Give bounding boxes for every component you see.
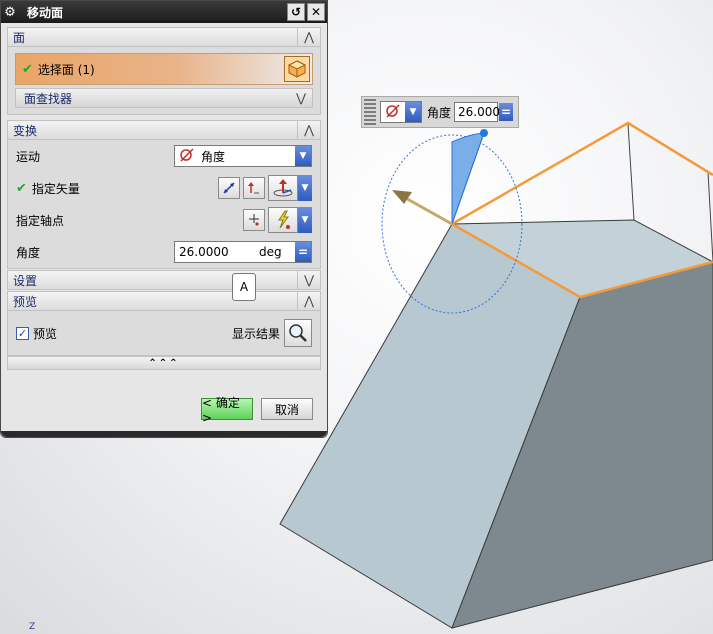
move-face-dialog: ⚙ 移动面 ↺ ✕ 面 ⋀ ✔ 选择面 (1) 面查找器 ⋁ 变换 ⋀ 运动 角… <box>0 0 328 438</box>
equals-icon[interactable]: = <box>499 103 514 121</box>
vector-dialog-icon[interactable] <box>243 177 265 199</box>
chevron-down-icon[interactable]: ▼ <box>298 207 312 233</box>
dialog-bottom-strip <box>1 431 327 437</box>
dialog-title: 移动面 <box>27 5 64 20</box>
magnifier-icon <box>289 324 307 342</box>
point-dialog-icon[interactable] <box>243 209 265 231</box>
select-face-row[interactable]: ✔ 选择面 (1) <box>15 53 313 85</box>
reset-icon[interactable]: ↺ <box>287 3 305 21</box>
pivot-label: 指定轴点 <box>16 213 65 228</box>
chevron-down-icon[interactable]: ⋁ <box>290 91 312 105</box>
vector-label: 指定矢量 <box>31 181 80 196</box>
pivot-row: 指定轴点 ▼ <box>8 204 320 236</box>
section-settings-header[interactable]: 设置 ⋁ <box>7 270 321 290</box>
angle-drag-handle[interactable] <box>480 129 488 137</box>
angle-label: 角度 <box>16 245 41 260</box>
model-edge <box>627 123 635 221</box>
section-preview-panel: ✓ 预览 显示结果 <box>7 311 321 356</box>
floating-angle-label: 角度 <box>427 105 452 120</box>
chevron-down-icon[interactable]: ▼ <box>405 102 421 122</box>
face-finder-row[interactable]: 面查找器 ⋁ <box>15 88 313 108</box>
checkmark-icon: ✔ <box>22 61 33 77</box>
vector-inferred-icon[interactable] <box>268 175 298 201</box>
dialog-titlebar[interactable]: ⚙ 移动面 ↺ ✕ <box>1 1 327 23</box>
chevron-up-icon[interactable]: ⋀ <box>297 28 320 46</box>
section-settings-title: 设置 <box>13 273 38 288</box>
preview-checkbox-label: 预览 <box>33 326 58 341</box>
section-transform-header[interactable]: 变换 ⋀ <box>7 120 321 140</box>
checkmark-icon: ✔ <box>16 180 27 196</box>
more-options-bar[interactable]: ⌃⌃⌃ <box>7 356 321 370</box>
ok-button[interactable]: < 确定 > <box>201 396 253 425</box>
preview-checkbox[interactable]: ✓ <box>16 326 29 340</box>
floating-angle-input[interactable]: 26.000 <box>454 102 500 122</box>
section-face-header[interactable]: 面 ⋀ <box>7 27 321 47</box>
angle-value[interactable]: 26.0000 <box>175 245 259 259</box>
section-preview-header[interactable]: 预览 ⋀ <box>7 291 321 311</box>
vector-arrow-head[interactable] <box>392 190 412 204</box>
axis-z-label: Z <box>29 622 36 632</box>
chevron-up-icon[interactable]: ⋀ <box>297 292 320 310</box>
section-preview-title: 预览 <box>13 294 38 309</box>
angle-unit: deg <box>259 245 282 259</box>
close-icon[interactable]: ✕ <box>307 3 325 21</box>
chevron-down-icon[interactable]: ⋁ <box>297 271 320 289</box>
show-result-label: 显示结果 <box>231 326 280 341</box>
show-result-button[interactable] <box>284 319 312 347</box>
motion-row: 运动 角度 ▼ <box>8 140 320 172</box>
cancel-button[interactable]: 取消 <box>261 398 313 420</box>
motion-label: 运动 <box>16 149 41 164</box>
select-face-label: 选择面 (1) <box>37 62 95 77</box>
chevron-down-icon[interactable]: ▼ <box>295 146 311 166</box>
reverse-direction-icon[interactable] <box>218 177 240 199</box>
section-face-title: 面 <box>13 30 26 45</box>
motion-select[interactable]: 角度 ▼ <box>174 145 312 167</box>
angle-motion-icon <box>381 103 405 121</box>
section-face-panel: ✔ 选择面 (1) 面查找器 ⋁ <box>7 47 321 115</box>
angle-input[interactable]: 26.0000 deg = <box>174 241 312 263</box>
vector-row: ✔ 指定矢量 ▼ <box>8 172 320 204</box>
face-cube-icon[interactable] <box>284 56 310 82</box>
angle-row: 角度 26.0000 deg = <box>8 236 320 268</box>
floating-angle-toolbar: ▼ 角度 26.000 = <box>361 96 519 128</box>
model-edge <box>707 171 713 263</box>
tooltip-a: A <box>232 273 256 301</box>
floating-motion-combo[interactable]: ▼ <box>380 101 422 123</box>
selected-face-outline[interactable] <box>451 121 713 226</box>
chevron-up-icon[interactable]: ⋀ <box>297 121 320 139</box>
toolbar-grip[interactable] <box>364 99 376 125</box>
dialog-button-row: < 确定 > 取消 <box>201 396 313 425</box>
motion-value: 角度 <box>201 149 226 164</box>
gear-icon[interactable]: ⚙ <box>1 5 19 20</box>
point-inferred-icon[interactable] <box>268 207 298 233</box>
vector-arrow-shaft <box>401 194 453 226</box>
angle-motion-icon <box>175 147 195 165</box>
chevron-down-icon[interactable]: ▼ <box>298 175 312 201</box>
equals-icon[interactable]: = <box>295 242 311 262</box>
section-transform-title: 变换 <box>13 123 38 138</box>
face-finder-label: 面查找器 <box>24 91 73 106</box>
preview-row: ✓ 预览 显示结果 <box>8 311 320 355</box>
section-transform-panel: 运动 角度 ▼ ✔ 指定矢量 ▼ 指定轴点 ▼ 角度 26.0000 deg = <box>7 140 321 269</box>
